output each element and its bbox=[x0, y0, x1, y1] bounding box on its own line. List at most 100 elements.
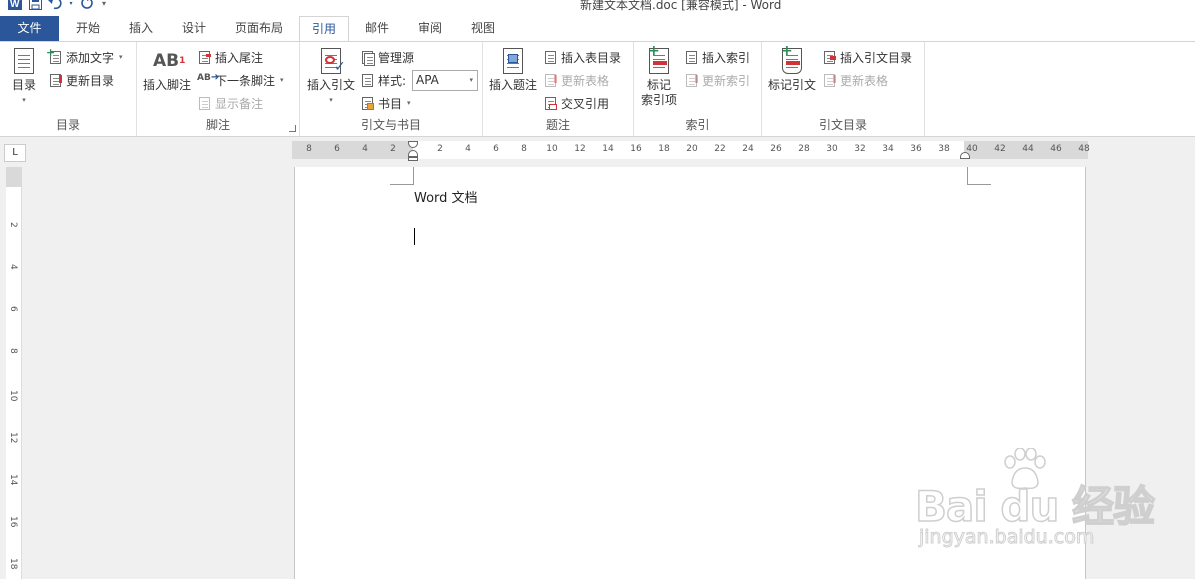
next-footnote-label: 下一条脚注 bbox=[215, 73, 276, 88]
undo-icon[interactable] bbox=[48, 0, 62, 10]
next-footnote-button[interactable]: AB➔ 下一条脚注 ▾ bbox=[197, 70, 284, 90]
save-icon[interactable] bbox=[28, 0, 42, 10]
redo-icon[interactable] bbox=[80, 0, 94, 10]
ruler-number: 42 bbox=[994, 144, 1006, 154]
update-table-label: 更新表格 bbox=[561, 73, 610, 88]
tab-selector[interactable]: L bbox=[4, 144, 26, 162]
ruler-number: 38 bbox=[938, 144, 950, 154]
add-text-button[interactable]: + 添加文字 ▾ bbox=[46, 46, 123, 67]
ruler-number: 30 bbox=[826, 144, 838, 154]
next-footnote-icon: AB➔ bbox=[197, 71, 220, 83]
baidu-watermark: Bai du 经验 jingyan.baidu.com bbox=[914, 448, 1156, 558]
style-label: 样式: bbox=[360, 70, 406, 90]
first-line-indent-marker[interactable] bbox=[408, 141, 418, 148]
bibliography-icon bbox=[360, 96, 375, 111]
tab-mailings[interactable]: 邮件 bbox=[352, 16, 402, 41]
vertical-ruler[interactable]: 2 4 6 8 10 12 14 16 18 bbox=[6, 167, 22, 579]
bibliography-button[interactable]: 书目 ▾ bbox=[360, 93, 411, 113]
chevron-down-icon: ▾ bbox=[329, 96, 333, 104]
group-label-footnotes: 脚注 bbox=[205, 118, 230, 132]
mark-citation-label: 标记引文 bbox=[767, 78, 816, 92]
citation-style-value: APA bbox=[416, 73, 439, 87]
chevron-down-icon: ▾ bbox=[407, 99, 411, 107]
tab-insert[interactable]: 插入 bbox=[116, 16, 166, 41]
insert-caption-icon bbox=[499, 46, 527, 76]
hanging-indent-marker[interactable] bbox=[408, 150, 418, 157]
tab-file[interactable]: 文件 bbox=[0, 16, 59, 41]
baidu-url-text: jingyan.baidu.com bbox=[918, 526, 1095, 549]
update-toa-button[interactable]: 更新表格 bbox=[822, 70, 888, 90]
insert-citation-icon: ✓ bbox=[317, 46, 346, 76]
document-text[interactable]: Word 文档 bbox=[414, 187, 478, 206]
add-text-label: 添加文字 bbox=[66, 50, 115, 65]
tab-review[interactable]: 审阅 bbox=[404, 16, 456, 41]
vruler-number: 14 bbox=[8, 474, 18, 486]
update-table-button[interactable]: 更新表格 bbox=[543, 70, 609, 90]
mark-citation-button[interactable]: + 标记引文 bbox=[766, 44, 818, 93]
mark-entry-button[interactable]: + 标记 索引项 bbox=[638, 44, 680, 108]
insert-toa-button[interactable]: 插入引文目录 bbox=[822, 47, 912, 67]
cross-reference-button[interactable]: 交叉引用 bbox=[543, 93, 609, 113]
tab-view[interactable]: 视图 bbox=[458, 16, 508, 41]
ruler-number: 14 bbox=[602, 144, 614, 154]
horizontal-ruler[interactable]: 8642 2 4 6 8 10 12 14 16 18 20 22 24 26 28 30 32 34 36 38 4… bbox=[292, 141, 1090, 161]
crop-mark-right bbox=[967, 167, 991, 185]
show-notes-button[interactable]: 显示备注 bbox=[197, 93, 263, 113]
insert-caption-button[interactable]: 插入题注 bbox=[487, 46, 539, 93]
ruler-number: 32 bbox=[854, 144, 866, 154]
mark-entry-label-1: 标记 bbox=[646, 78, 671, 92]
insert-index-label: 插入索引 bbox=[702, 50, 751, 65]
update-toc-button[interactable]: 更新目录 bbox=[48, 70, 114, 90]
vruler-number: 4 bbox=[8, 264, 18, 270]
group-index: + 标记 索引项 插入索引 更新索引 索引 bbox=[634, 42, 762, 136]
cross-reference-label: 交叉引用 bbox=[561, 96, 610, 111]
tab-design[interactable]: 设计 bbox=[168, 16, 220, 41]
insert-toa-icon bbox=[822, 50, 837, 65]
insert-table-of-figures-label: 插入表目录 bbox=[561, 50, 622, 65]
add-text-icon: + bbox=[46, 46, 63, 65]
ruler-number: 8 bbox=[521, 144, 527, 154]
right-indent-marker[interactable] bbox=[960, 152, 970, 159]
insert-table-of-figures-button[interactable]: 插入表目录 bbox=[543, 47, 621, 67]
group-label-citations: 引文与书目 bbox=[360, 118, 421, 132]
ruler-number: 6 bbox=[334, 144, 340, 154]
ruler-number: 26 bbox=[770, 144, 782, 154]
style-label-text: 样式: bbox=[378, 73, 407, 88]
manage-sources-button[interactable]: 管理源 bbox=[360, 47, 414, 67]
group-label-index: 索引 bbox=[685, 118, 710, 132]
tab-home[interactable]: 开始 bbox=[62, 16, 114, 41]
update-index-button[interactable]: 更新索引 bbox=[684, 70, 750, 90]
insert-endnote-label: 插入尾注 bbox=[215, 50, 264, 65]
footnote-icon-text: AB bbox=[153, 51, 180, 71]
manage-sources-icon bbox=[360, 50, 375, 66]
tab-references[interactable]: 引用 bbox=[299, 16, 349, 42]
title-bar: W ▾ ▾ 新建文本文档.doc [兼容模式] - Word bbox=[0, 0, 1195, 16]
ruler-number: 34 bbox=[882, 144, 894, 154]
update-index-icon bbox=[684, 73, 699, 88]
manage-sources-label: 管理源 bbox=[378, 50, 415, 65]
left-indent-marker[interactable] bbox=[408, 157, 418, 161]
cross-reference-icon bbox=[543, 96, 558, 111]
quick-access-toolbar: W ▾ ▾ bbox=[8, 0, 108, 10]
word-app-icon[interactable]: W bbox=[8, 0, 22, 10]
customize-qat-icon[interactable]: ▾ bbox=[100, 0, 108, 10]
ruler-number: 8 bbox=[306, 144, 312, 154]
toc-button[interactable]: 目录 ▾ bbox=[6, 46, 42, 108]
undo-dropdown-icon[interactable]: ▾ bbox=[68, 0, 74, 10]
insert-endnote-button[interactable]: 插入尾注 bbox=[197, 47, 263, 67]
ruler-number: 48 bbox=[1078, 144, 1090, 154]
mark-entry-label-2: 索引项 bbox=[640, 93, 677, 107]
insert-index-button[interactable]: 插入索引 bbox=[684, 47, 750, 67]
svg-text:W: W bbox=[10, 0, 20, 10]
ruler-number: 4 bbox=[465, 144, 471, 154]
insert-footnote-button[interactable]: AB1 插入脚注 bbox=[141, 46, 193, 93]
vruler-number: 6 bbox=[8, 306, 18, 312]
ruler-number: 6 bbox=[493, 144, 499, 154]
tab-layout[interactable]: 页面布局 bbox=[222, 16, 296, 41]
endnote-icon bbox=[197, 50, 212, 65]
insert-citation-button[interactable]: ✓ 插入引文 ▾ bbox=[305, 46, 357, 108]
text-cursor bbox=[414, 228, 415, 245]
ruler-number: 46 bbox=[1050, 144, 1062, 154]
vruler-number: 16 bbox=[8, 516, 18, 528]
citation-style-select[interactable]: APA ▾ bbox=[412, 70, 478, 91]
